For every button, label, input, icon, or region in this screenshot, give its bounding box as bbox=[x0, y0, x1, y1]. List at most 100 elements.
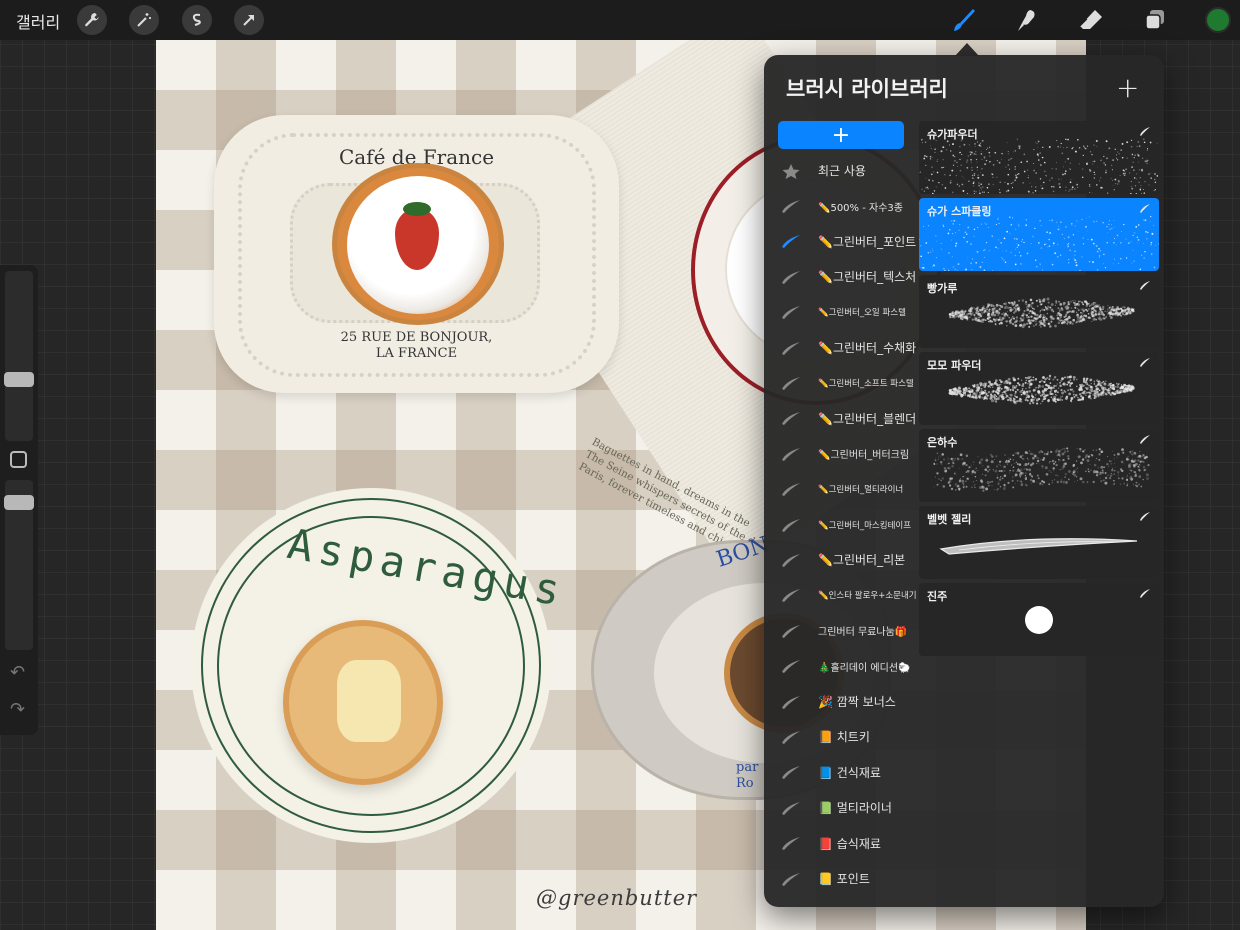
brush-library-panel: 브러시 라이브러리 + + 최근 사용 ✏️500% - 자수3종 ✏️그린버터_포… bbox=[764, 55, 1164, 907]
selection-icon[interactable] bbox=[182, 5, 212, 35]
brush-set-item[interactable]: ✏️500% - 자수3종 bbox=[764, 188, 920, 223]
brush-stroke-icon bbox=[1140, 512, 1150, 521]
brush-list: 슈가파우더슈가 스파클링빵가루모모 파우더은하수벨벳 젤리진주 bbox=[919, 121, 1159, 660]
brush-stroke-icon bbox=[782, 660, 800, 674]
brush-set-label: ✏️인스타 팔로우+소문내기 bbox=[818, 591, 917, 602]
brush-stroke-icon bbox=[782, 200, 800, 214]
top-toolbar: 갤러리 bbox=[0, 0, 1240, 40]
brush-set-label: 🎉 깜짝 보너스 bbox=[818, 695, 896, 710]
brush-set-item[interactable]: ✏️그린버터_오일 파스텔 bbox=[764, 295, 920, 330]
eraser-icon[interactable] bbox=[1075, 4, 1107, 36]
brush-stroke-icon bbox=[1140, 589, 1150, 598]
brush-name: 슈가 스파클링 bbox=[927, 205, 992, 218]
brush-set-label: ✏️그린버터_버터크림 bbox=[818, 450, 910, 462]
brush-stroke-icon bbox=[782, 553, 800, 567]
brush-set-label: ✏️그린버터_마스킹테이프 bbox=[818, 520, 912, 531]
opacity-thumb[interactable] bbox=[4, 495, 34, 510]
brush-stroke-icon bbox=[782, 341, 800, 355]
brush-set-item[interactable]: 최근 사용 bbox=[764, 153, 920, 188]
brush-stroke-icon bbox=[782, 872, 800, 886]
brush-stroke-icon bbox=[782, 589, 800, 603]
brush-set-item[interactable]: ✏️그린버터_리본 bbox=[764, 542, 920, 577]
brush-name: 벨벳 젤리 bbox=[927, 513, 972, 526]
brush-set-label: ✏️그린버터_소프트 파스텔 bbox=[818, 379, 914, 390]
brush-set-item[interactable]: 📙 치트키 bbox=[764, 719, 920, 754]
brush-set-item[interactable]: ✏️그린버터_멀티라이너 bbox=[764, 472, 920, 507]
brush-set-label: ✏️그린버터_멀티라이너 bbox=[818, 485, 904, 496]
brush-stroke-icon bbox=[782, 306, 800, 320]
add-brush-button[interactable]: + bbox=[1116, 71, 1139, 104]
brush-stroke-icon bbox=[1140, 281, 1150, 290]
redo-icon[interactable]: ↷ bbox=[10, 699, 25, 720]
star-icon bbox=[782, 163, 800, 179]
brush-item[interactable]: 빵가루 bbox=[919, 275, 1159, 348]
brush-set-item[interactable]: 📗 멀티라이너 bbox=[764, 790, 920, 825]
brush-set-item[interactable]: 📕 습식재료 bbox=[764, 825, 920, 860]
brush-stroke-icon bbox=[782, 730, 800, 744]
brush-stroke-icon bbox=[782, 270, 800, 284]
modify-button[interactable] bbox=[10, 451, 27, 468]
par-text-line1: par bbox=[736, 760, 759, 775]
cafe-plate: Café de France 25 RUE DE BONJOUR, LA FRA… bbox=[214, 115, 619, 393]
brush-stroke-icon bbox=[782, 483, 800, 497]
brush-set-item[interactable]: 📒 포인트 bbox=[764, 861, 920, 896]
brush-set-item[interactable]: ✏️그린버터_텍스처 bbox=[764, 259, 920, 294]
brush-stroke-icon bbox=[782, 766, 800, 780]
brush-stroke-icon bbox=[1140, 358, 1150, 367]
brush-stroke-icon bbox=[782, 377, 800, 391]
brush-set-label: 📗 멀티라이너 bbox=[818, 801, 892, 816]
brush-stroke-icon bbox=[782, 518, 800, 532]
brush-set-item[interactable]: ✏️그린버터_소프트 파스텔 bbox=[764, 365, 920, 400]
brush-item[interactable]: 벨벳 젤리 bbox=[919, 506, 1159, 579]
brush-stroke-icon bbox=[1140, 127, 1150, 136]
brush-stroke-icon bbox=[782, 412, 800, 426]
brush-item[interactable]: 진주 bbox=[919, 583, 1159, 656]
brush-set-list: 최근 사용 ✏️500% - 자수3종 ✏️그린버터_포인트 ✏️그린버터_텍스처 ✏️… bbox=[764, 153, 920, 896]
brush-stroke-icon bbox=[782, 447, 800, 461]
brush-set-item[interactable]: 📘 건식재료 bbox=[764, 755, 920, 790]
brush-set-label: 📒 포인트 bbox=[818, 872, 870, 886]
cafe-address: 25 RUE DE BONJOUR, LA FRANCE bbox=[214, 330, 619, 362]
left-sidebar: ↶ ↷ bbox=[0, 265, 38, 735]
color-picker-button[interactable] bbox=[1205, 7, 1231, 33]
brush-item[interactable]: 슈가 스파클링 bbox=[919, 198, 1159, 271]
brush-size-thumb[interactable] bbox=[4, 372, 34, 387]
panel-title: 브러시 라이브러리 bbox=[786, 77, 948, 101]
brush-size-slider[interactable] bbox=[4, 271, 34, 441]
gallery-button[interactable]: 갤러리 bbox=[16, 9, 60, 33]
brush-icon[interactable] bbox=[948, 4, 980, 36]
brush-name: 은하수 bbox=[927, 436, 958, 449]
brush-set-item[interactable]: ✏️그린버터_버터크림 bbox=[764, 436, 920, 471]
brush-set-item[interactable]: ✏️인스타 팔로우+소문내기 bbox=[764, 578, 920, 613]
brush-set-label: ✏️500% - 자수3종 bbox=[818, 202, 903, 214]
brush-preview bbox=[1025, 606, 1053, 634]
brush-set-item[interactable]: ✏️그린버터_마스킹테이프 bbox=[764, 507, 920, 542]
brush-set-item[interactable]: 🎄홀리데이 에디션🐑 bbox=[764, 648, 920, 683]
brush-set-label: ✏️그린버터_블렌더 bbox=[818, 411, 917, 426]
brush-set-item[interactable]: ✏️그린버터_포인트 bbox=[764, 224, 920, 259]
brush-set-label: 📘 건식재료 bbox=[818, 765, 881, 780]
brush-stroke-icon bbox=[782, 624, 800, 638]
new-brush-set-button[interactable]: + bbox=[778, 121, 904, 149]
brush-stroke-icon bbox=[782, 801, 800, 815]
transform-arrow-icon[interactable] bbox=[234, 5, 264, 35]
layers-icon[interactable] bbox=[1139, 4, 1171, 36]
brush-item[interactable]: 은하수 bbox=[919, 429, 1159, 502]
opacity-slider[interactable] bbox=[4, 480, 34, 650]
brush-set-item[interactable]: ✏️그린버터_수채화 bbox=[764, 330, 920, 365]
brush-stroke-icon bbox=[782, 235, 800, 249]
brush-set-item[interactable]: ✏️그린버터_블렌더 bbox=[764, 401, 920, 436]
brush-name: 모모 파우더 bbox=[927, 359, 982, 372]
brush-set-item[interactable]: 그린버터 무료나눔🎁 bbox=[764, 613, 920, 648]
smudge-icon[interactable] bbox=[1011, 4, 1043, 36]
pancake bbox=[283, 620, 443, 785]
brush-item[interactable]: 모모 파우더 bbox=[919, 352, 1159, 425]
brush-set-label: 📕 습식재료 bbox=[818, 836, 881, 851]
butter-pat bbox=[337, 660, 401, 742]
wrench-icon[interactable] bbox=[77, 5, 107, 35]
undo-icon[interactable]: ↶ bbox=[10, 662, 25, 683]
magic-wand-icon[interactable] bbox=[129, 5, 159, 35]
brush-item[interactable]: 슈가파우더 bbox=[919, 121, 1159, 194]
brush-set-item[interactable]: 🎉 깜짝 보너스 bbox=[764, 684, 920, 719]
brush-stroke-icon bbox=[1140, 204, 1150, 213]
